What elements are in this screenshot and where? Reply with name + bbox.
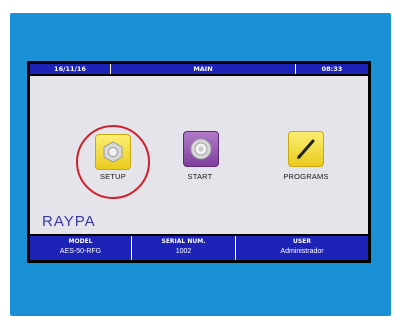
model-value: AES-50-RFG bbox=[59, 248, 102, 255]
user-label: USER bbox=[293, 238, 311, 245]
date-display: 16/11/16 bbox=[54, 65, 86, 73]
time-display: 08:33 bbox=[321, 65, 343, 73]
user-cell: USER Administrador bbox=[236, 236, 368, 260]
start-label: START bbox=[187, 172, 213, 181]
screen-title: MAIN bbox=[193, 65, 213, 73]
serial-label: SERIAL NUM. bbox=[161, 238, 206, 245]
model-cell: MODEL AES-50-RFG bbox=[30, 236, 131, 260]
serial-cell: SERIAL NUM. 1002 bbox=[132, 236, 235, 260]
valve-icon bbox=[183, 131, 219, 167]
highlight-circle bbox=[76, 125, 150, 199]
main-menu-area: SETUP START PROGRAMS RAYPA bbox=[30, 76, 368, 234]
info-bar: MODEL AES-50-RFG SERIAL NUM. 1002 USER A… bbox=[30, 236, 368, 260]
serial-value: 1002 bbox=[175, 248, 192, 255]
brand-logo: RAYPA bbox=[42, 213, 96, 230]
pencil-icon bbox=[288, 131, 324, 167]
user-value: Administrador bbox=[280, 248, 324, 255]
touch-screen: 16/11/16 MAIN 08:33 SETUP START PROGRAMS… bbox=[27, 61, 371, 263]
status-bar: 16/11/16 MAIN 08:33 bbox=[30, 64, 368, 74]
programs-label: PROGRAMS bbox=[283, 172, 329, 181]
model-label: MODEL bbox=[68, 238, 93, 245]
